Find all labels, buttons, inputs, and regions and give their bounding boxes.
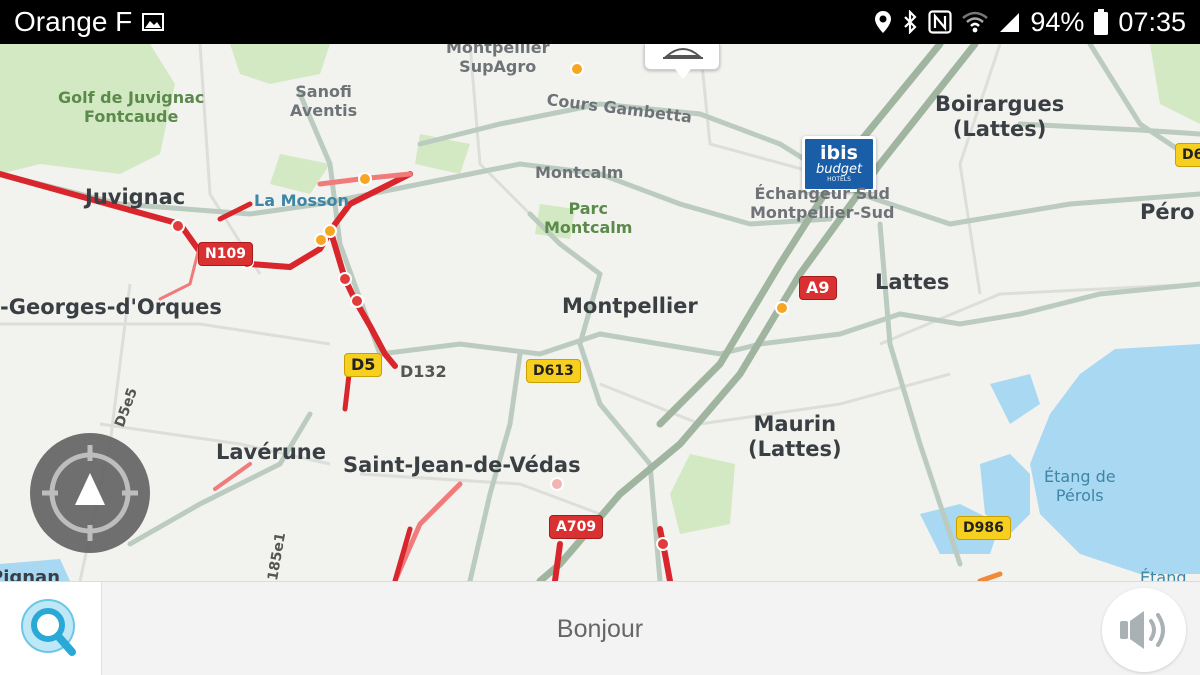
waze-screen: Orange F 94% 07:35 ibis budget HOTELS Go… <box>0 0 1200 675</box>
location-icon <box>875 11 892 33</box>
carrier-name: Orange F <box>14 6 133 37</box>
status-bar: Orange F 94% 07:35 <box>0 0 1200 44</box>
label-etang-de-perols: Étang de Pérols <box>1044 467 1116 506</box>
label-sanofi: Sanofi Aventis <box>290 82 358 121</box>
water-areas <box>0 344 1200 581</box>
label-laverune: Lavérune <box>216 440 326 464</box>
label-montpellier: Montpellier <box>562 294 698 318</box>
label-pignan: Pignan <box>0 567 61 581</box>
top-poi-marker[interactable] <box>644 44 720 79</box>
signal-icon <box>1000 13 1020 32</box>
label-echangeur: Échangeur Sud Montpellier-Sud <box>750 184 895 223</box>
car-icon <box>663 48 703 59</box>
nfc-icon <box>928 10 952 34</box>
label-juvignac: Juvignac <box>85 185 186 209</box>
shield-d986: D986 <box>956 516 1011 540</box>
status-icons: 94% 07:35 <box>874 7 1186 38</box>
search-button[interactable] <box>0 582 102 675</box>
label-saint-jean-de-vedas: Saint-Jean-de-Védas <box>343 453 581 477</box>
ibis-brand: ibis <box>820 142 858 164</box>
battery-icon <box>1094 9 1109 35</box>
label-montcalm: Montcalm <box>535 163 624 182</box>
shield-d613: D613 <box>526 359 581 383</box>
bluetooth-icon <box>904 10 917 34</box>
label-saint-georges: -Georges-d'Orques <box>0 295 222 319</box>
battery-percent: 94% <box>1030 6 1085 37</box>
shield-d5: D5 <box>344 353 383 377</box>
label-boirargues: Boirargues (Lattes) <box>935 92 1065 142</box>
recenter-button[interactable] <box>30 433 150 553</box>
label-etang-bottom: Étang <box>1140 568 1187 581</box>
label-supagro: Montpellier SupAgro <box>446 44 550 77</box>
greeting-text: Bonjour <box>556 614 644 643</box>
label-pero: Péro <box>1140 200 1195 224</box>
ibis-budget: budget <box>815 162 863 177</box>
shield-d6: D6 <box>1175 143 1200 167</box>
sound-button[interactable] <box>1102 588 1186 672</box>
crosshair-arrow-icon <box>42 445 138 541</box>
map-view[interactable]: ibis budget HOTELS Golf de Juvignac Font… <box>0 44 1200 581</box>
traffic-lines <box>0 171 1003 581</box>
shield-a9: A9 <box>799 276 837 300</box>
bottom-bar: Bonjour <box>0 581 1200 675</box>
shield-a709: A709 <box>549 515 604 539</box>
gallery-icon <box>142 13 165 31</box>
search-icon <box>20 599 76 656</box>
speaker-icon <box>1120 611 1165 649</box>
ibis-hotels: HOTELS <box>827 176 851 183</box>
label-golf-juvignac: Golf de Juvignac Fontcaude <box>58 88 205 127</box>
label-d132: D132 <box>400 362 447 381</box>
label-lattes: Lattes <box>875 270 950 294</box>
label-parc-montcalm: Parc Montcalm <box>544 199 633 238</box>
shield-n109: N109 <box>198 242 253 266</box>
clock: 07:35 <box>1118 6 1186 37</box>
label-maurin: Maurin (Lattes) <box>748 412 842 462</box>
wifi-icon <box>962 11 989 33</box>
label-la-mosson: La Mosson <box>254 191 349 210</box>
